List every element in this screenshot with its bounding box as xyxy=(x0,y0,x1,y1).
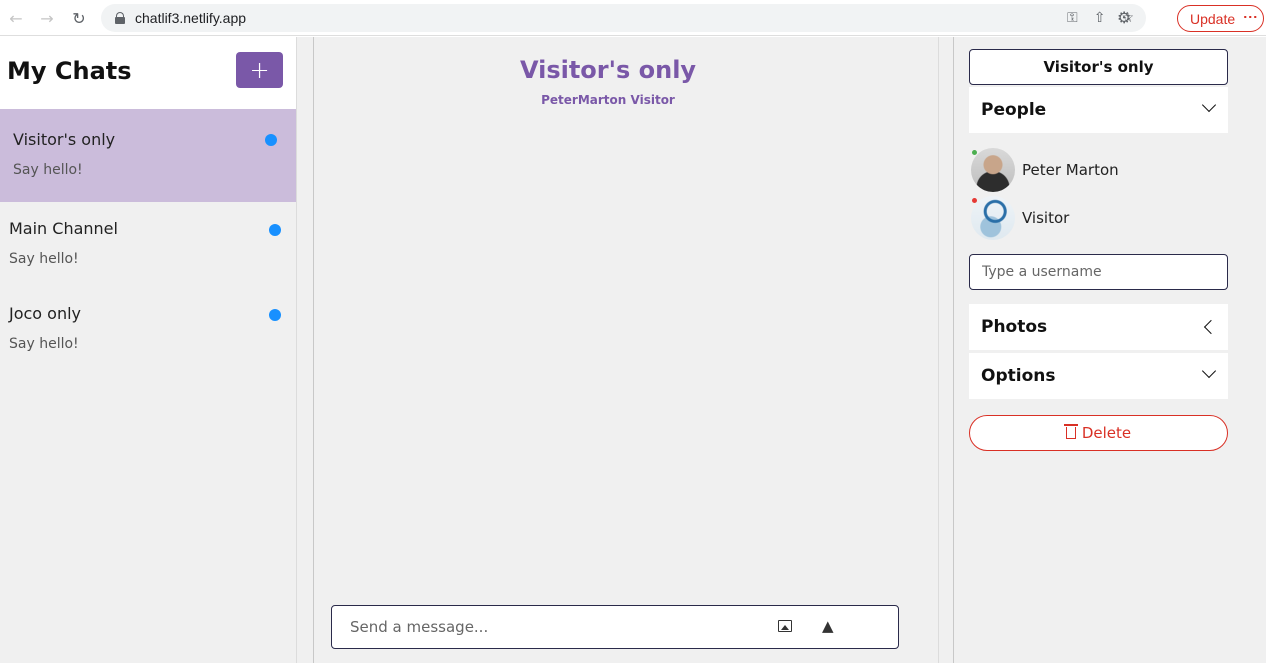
online-status-dot xyxy=(972,150,977,155)
chat-app: My Chats + Visitor's only Say hello! Mai… xyxy=(0,37,1266,663)
unread-indicator xyxy=(269,224,281,236)
unread-indicator xyxy=(269,309,281,321)
chat-title: Visitor's only xyxy=(519,56,697,84)
options-section-header[interactable]: Options xyxy=(969,353,1228,399)
people-label: People xyxy=(981,100,1047,120)
settings-chat-title[interactable]: Visitor's only xyxy=(969,49,1228,85)
key-icon[interactable]: ⚿ xyxy=(1067,10,1078,26)
trash-icon xyxy=(1063,424,1078,439)
message-composer: ▲ xyxy=(331,605,899,649)
image-upload-icon[interactable] xyxy=(778,620,792,632)
people-section-header[interactable]: People xyxy=(969,87,1228,133)
chat-item-name: Joco only xyxy=(9,304,82,323)
chat-item-name: Main Channel xyxy=(9,219,118,238)
person-name: Visitor xyxy=(1022,209,1070,227)
chat-item-preview: Say hello! xyxy=(9,251,79,267)
chat-list: My Chats + Visitor's only Say hello! Mai… xyxy=(0,37,297,663)
chevron-down-icon xyxy=(1201,97,1217,113)
extensions-icon[interactable]: ⚙ xyxy=(1117,8,1131,27)
update-label: Update xyxy=(1190,10,1236,27)
browser-toolbar: ← → ↻ chatlif3.netlify.app ⚿ ⇧ ☆ ⚙ Updat… xyxy=(0,0,1266,36)
chat-item-main-channel[interactable]: Main Channel Say hello! xyxy=(0,202,296,287)
delete-chat-button[interactable]: Delete xyxy=(969,415,1228,451)
message-input[interactable] xyxy=(350,616,750,638)
share-icon[interactable]: ⇧ xyxy=(1094,10,1106,26)
lock-icon xyxy=(115,12,125,24)
address-bar[interactable]: chatlif3.netlify.app ⚿ ⇧ ☆ xyxy=(101,4,1146,32)
menu-dots-icon: ⋮ xyxy=(1243,10,1259,23)
forward-arrow-icon[interactable]: → xyxy=(31,0,63,36)
chat-item-preview: Say hello! xyxy=(13,162,83,178)
chevron-down-icon xyxy=(1201,363,1217,379)
person-name: Peter Marton xyxy=(1022,161,1119,179)
offline-status-dot xyxy=(972,198,977,203)
new-chat-button[interactable]: + xyxy=(236,52,283,88)
photos-section-header[interactable]: Photos xyxy=(969,304,1228,350)
options-label: Options xyxy=(981,366,1056,386)
chevron-left-icon xyxy=(1203,319,1219,335)
person-peter-marton: Peter Marton xyxy=(971,148,1119,192)
person-visitor: Visitor xyxy=(971,196,1069,240)
avatar xyxy=(971,148,1015,192)
update-button[interactable]: Update ⋮ xyxy=(1177,5,1264,32)
chat-item-joco-only[interactable]: Joco only Say hello! xyxy=(0,287,296,372)
chat-settings: Visitor's only People Peter Marton Visit… xyxy=(953,37,1266,663)
chat-item-name: Visitor's only xyxy=(13,130,116,149)
chat-list-header: My Chats + xyxy=(0,37,296,109)
chat-list-title: My Chats xyxy=(7,57,132,85)
chat-members-subtitle: PeterMarton Visitor xyxy=(541,93,675,107)
unread-indicator xyxy=(265,134,277,146)
photos-label: Photos xyxy=(981,317,1048,337)
chat-item-preview: Say hello! xyxy=(9,336,79,352)
username-input[interactable] xyxy=(969,254,1228,290)
delete-label: Delete xyxy=(1081,424,1132,442)
avatar xyxy=(971,196,1015,240)
send-icon[interactable]: ▲ xyxy=(822,617,834,635)
reload-icon[interactable]: ↻ xyxy=(63,0,95,36)
chat-item-visitors-only[interactable]: Visitor's only Say hello! xyxy=(0,109,296,202)
chat-feed: Visitor's only PeterMarton Visitor ▲ xyxy=(313,37,939,663)
back-arrow-icon[interactable]: ← xyxy=(0,0,32,36)
url-text[interactable]: chatlif3.netlify.app xyxy=(135,10,246,26)
